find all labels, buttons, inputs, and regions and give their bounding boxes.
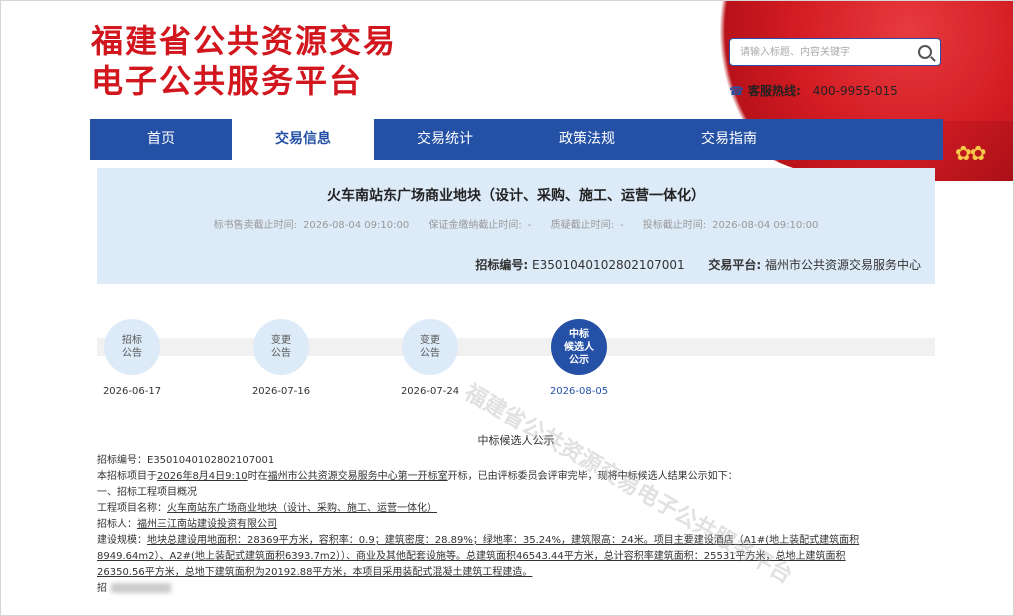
code-label: 招标编号: [475, 258, 529, 272]
timeline-node-change-notice-2[interactable]: 变更 公告 [402, 319, 458, 375]
nav-guide[interactable]: 交易指南 [658, 119, 800, 160]
announcement-heading: 中标候选人公示 [477, 434, 555, 447]
timeline-date: 2026-07-24 [400, 386, 460, 397]
meta-item: 质疑截止时间: - [550, 220, 624, 231]
phone-icon: ☎ [729, 84, 744, 98]
content-line: 26350.56平方米，总地下建筑面积为20192.88平方米，本项目采用装配式… [97, 567, 533, 578]
content-line: 本招标项目于2026年8月4日9:10时在福州市公共资源交易服务中心第一开标室开… [97, 471, 738, 482]
content-line: 招标人：福州三江南站建设投资有限公司 [97, 519, 277, 530]
site-title-line1: 福建省公共资源交易 [91, 22, 398, 60]
content-line: 建设规模：地块总建设用地面积：28369平方米，容积率：0.9；建筑密度：28.… [97, 535, 860, 546]
project-meta: 标书售卖截止时间: 2026-08-04 09:10:00 保证金缴纳截止时间: -… [97, 216, 935, 231]
meta-item: 保证金缴纳截止时间: - [428, 220, 532, 231]
platform-label: 交易平台: [708, 258, 762, 272]
hotline-label: 客服热线: [747, 84, 801, 98]
content-line: 招 [97, 581, 935, 597]
nav-policy[interactable]: 政策法规 [516, 119, 658, 160]
announcement-content: 中标候选人公示 招标编号：E3501040102802107001 本招标项目于… [97, 433, 935, 597]
content-line: 招标编号：E3501040102802107001 [97, 455, 275, 466]
hotline-number: 400-9955-015 [812, 84, 898, 98]
project-code-line: 招标编号: E3501040102802107001 交易平台: 福州市公共资源… [475, 256, 921, 273]
meta-item: 标书售卖截止时间: 2026-08-04 09:10:00 [213, 220, 410, 231]
nav-home[interactable]: 首页 [90, 119, 232, 160]
search-icon[interactable] [918, 45, 932, 59]
page-frame: ✿✿ 福建省公共资源交易 电子公共服务平台 ☎客服热线: 400-9955-015… [0, 0, 1014, 616]
meta-item: 投标截止时间: 2026-08-04 09:10:00 [642, 220, 819, 231]
site-title-line2: 电子公共服务平台 [91, 62, 364, 100]
hotline: ☎ 客服热线: 400-9955-015 [729, 82, 898, 99]
timeline-date-active: 2026-08-05 [549, 386, 609, 397]
project-title: 火车南站东广场商业地块（设计、采购、施工、运营一体化） [327, 188, 705, 204]
nav-trade-info[interactable]: 交易信息 [232, 119, 374, 162]
timeline-node-bid-notice[interactable]: 招标 公告 [104, 319, 160, 375]
search-input[interactable] [730, 39, 910, 65]
content-line: 8949.64m2）、A2#(地上装配式建筑面积6393.7m2））、商业及其他… [97, 551, 846, 562]
redacted-text [111, 583, 171, 593]
timeline-date: 2026-07-16 [251, 386, 311, 397]
timeline-node-change-notice-1[interactable]: 变更 公告 [253, 319, 309, 375]
timeline-node-winning-candidate[interactable]: 中标 候选人 公示 [551, 319, 607, 375]
nav-trade-stats[interactable]: 交易统计 [374, 119, 516, 160]
code-value: E3501040102802107001 [532, 258, 685, 272]
main-nav: 首页 交易信息 交易统计 政策法规 交易指南 [90, 119, 943, 162]
timeline-date: 2026-06-17 [102, 386, 162, 397]
platform-value: 福州市公共资源交易服务中心 [764, 258, 921, 272]
content-line: 工程项目名称：火车南站东广场商业地块（设计、采购、施工、运营一体化） [97, 503, 437, 514]
search-box[interactable] [729, 38, 941, 66]
project-banner: 火车南站东广场商业地块（设计、采购、施工、运营一体化） 标书售卖截止时间: 202… [97, 168, 935, 284]
content-line: 一、招标工程项目概况 [97, 487, 197, 498]
timeline-track [97, 338, 935, 356]
flower-decoration-icon: ✿✿ [955, 141, 987, 165]
